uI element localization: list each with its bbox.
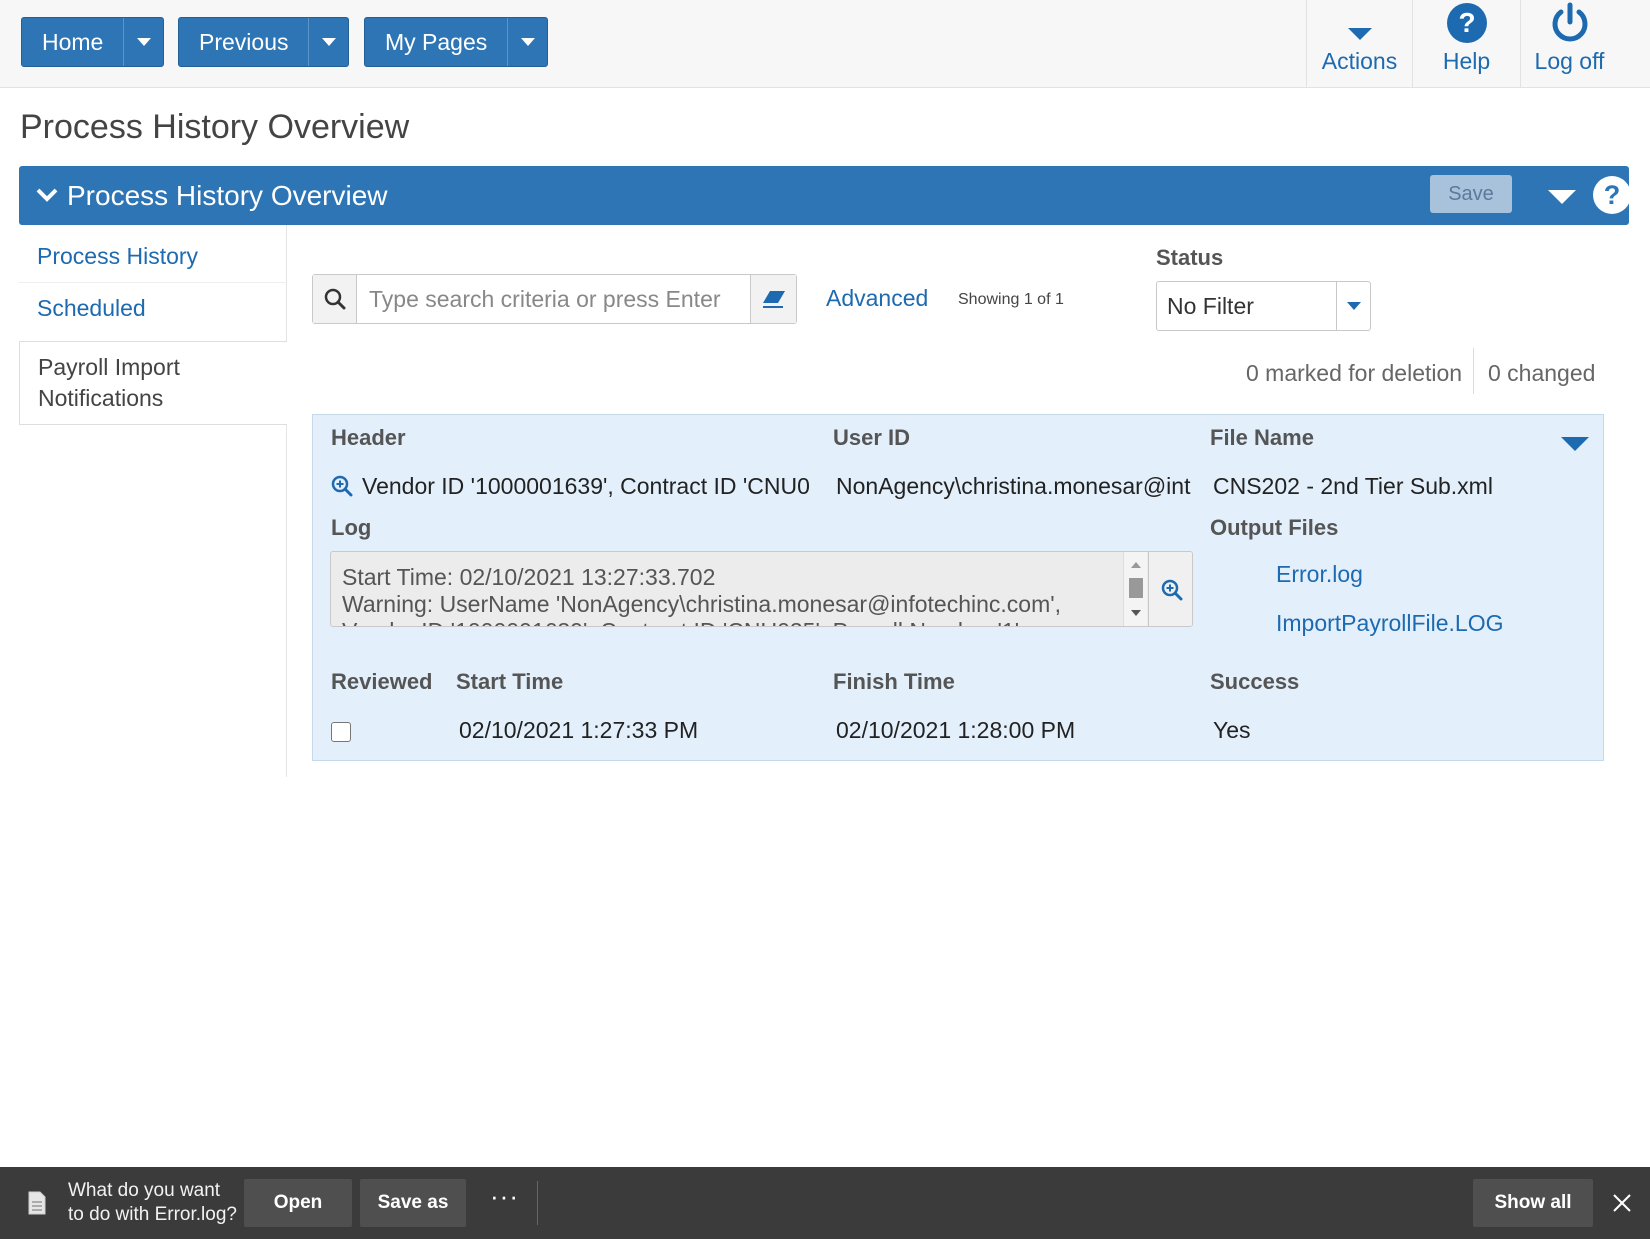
- download-prompt-line: to do with Error.log?: [68, 1204, 237, 1225]
- svg-text:?: ?: [1458, 7, 1475, 38]
- panel-header: Process History Overview Save ?: [19, 166, 1632, 225]
- status-filter-label: Status: [1156, 245, 1224, 270]
- panel-title: Process History Overview: [67, 180, 388, 211]
- download-prompt-line: What do you want: [68, 1180, 221, 1201]
- svg-text:?: ?: [1604, 180, 1621, 210]
- success-value: Yes: [1213, 717, 1251, 743]
- divider: [537, 1181, 538, 1225]
- advanced-search-link[interactable]: Advanced: [826, 285, 928, 312]
- sidebar: Process History Scheduled Payroll Import…: [19, 225, 287, 777]
- chevron-down-icon: [136, 38, 151, 46]
- marked-for-deletion-count: 0 marked for deletion: [1246, 360, 1463, 386]
- status-filter-select[interactable]: No Filter: [1156, 281, 1371, 331]
- log-line: Start Time: 02/10/2021 13:27:33.702: [342, 564, 716, 590]
- zoom-in-icon[interactable]: [331, 475, 353, 497]
- sidebar-item-label: Scheduled: [37, 295, 146, 321]
- user-id-value: NonAgency\christina.monesar@int: [836, 473, 1191, 499]
- help-label: Help: [1442, 48, 1491, 74]
- my-pages-button-group[interactable]: My Pages: [364, 17, 549, 67]
- actions-dropdown-icon: [1347, 28, 1372, 40]
- output-files-column-label: Output Files: [1210, 515, 1339, 540]
- sidebar-item-process-history[interactable]: Process History: [19, 243, 287, 283]
- save-button[interactable]: Save: [1430, 175, 1512, 213]
- log-zoom-in-icon[interactable]: [1148, 552, 1192, 626]
- log-scrollbar[interactable]: [1123, 552, 1147, 626]
- page-title: Process History Overview: [20, 108, 410, 146]
- sidebar-item-scheduled[interactable]: Scheduled: [19, 295, 287, 335]
- output-file-link[interactable]: Error.log: [1276, 561, 1363, 588]
- panel-help-icon[interactable]: ?: [1592, 175, 1632, 215]
- home-dropdown-toggle[interactable]: [123, 18, 163, 66]
- search-box: [312, 274, 797, 324]
- download-bar: What do you want to do with Error.log? O…: [0, 1167, 1650, 1239]
- my-pages-button[interactable]: My Pages: [365, 18, 507, 66]
- sidebar-item-label: Payroll Import Notifications: [38, 354, 180, 411]
- home-button-group[interactable]: Home: [21, 17, 165, 67]
- chevron-down-icon: [520, 38, 535, 46]
- previous-button-group[interactable]: Previous: [178, 17, 350, 67]
- log-textarea[interactable]: Start Time: 02/10/2021 13:27:33.702 Warn…: [330, 551, 1193, 627]
- finish-time-value: 02/10/2021 1:28:00 PM: [836, 717, 1076, 743]
- changed-count: 0 changed: [1488, 360, 1596, 386]
- status-filter-value: No Filter: [1167, 292, 1254, 319]
- search-input[interactable]: [357, 275, 750, 323]
- show-all-button[interactable]: Show all: [1473, 1179, 1593, 1227]
- search-icon[interactable]: [313, 275, 357, 323]
- previous-dropdown-toggle[interactable]: [308, 18, 348, 66]
- record-count-label: Showing 1 of 1: [958, 291, 1064, 308]
- actions-menu-button[interactable]: Actions: [1306, 0, 1412, 88]
- user-id-column-label: User ID: [833, 425, 911, 450]
- output-file-link[interactable]: ImportPayrollFile.LOG: [1276, 610, 1504, 637]
- my-pages-dropdown-toggle[interactable]: [507, 18, 547, 66]
- header-column-label: Header: [331, 425, 406, 450]
- finish-time-column-label: Finish Time: [833, 669, 955, 694]
- process-history-record: Header User ID File Name Vendor ID '1000…: [312, 414, 1604, 761]
- top-navigation-bar: Home Previous My Pages Actions ? Help Lo…: [0, 0, 1650, 88]
- sidebar-item-label: Process History: [37, 243, 199, 269]
- log-line: Vendor ID '1000001639', Contract ID 'CNU…: [342, 618, 1122, 626]
- panel-options-dropdown-icon[interactable]: [1548, 190, 1576, 204]
- download-prompt: What do you want to do with Error.log?: [68, 1179, 237, 1227]
- reviewed-checkbox[interactable]: [331, 722, 351, 742]
- record-options-dropdown-icon[interactable]: [1561, 437, 1589, 451]
- help-button[interactable]: ? Help: [1412, 0, 1520, 88]
- file-icon: [28, 1191, 46, 1215]
- sidebar-item-payroll-import-notifications[interactable]: Payroll Import Notifications: [19, 341, 287, 425]
- log-line: Warning: UserName 'NonAgency\christina.m…: [342, 591, 1062, 617]
- collapse-chevron-icon[interactable]: [35, 184, 59, 206]
- success-column-label: Success: [1210, 669, 1300, 694]
- previous-button[interactable]: Previous: [179, 18, 308, 66]
- divider: [1473, 348, 1474, 394]
- eraser-icon[interactable]: [750, 275, 796, 323]
- header-value: Vendor ID '1000001639', Contract ID 'CNU…: [362, 473, 810, 499]
- actions-label: Actions: [1321, 48, 1398, 74]
- chevron-down-icon: [321, 38, 336, 46]
- home-button[interactable]: Home: [22, 18, 123, 66]
- open-button[interactable]: Open: [244, 1179, 352, 1227]
- file-name-column-label: File Name: [1210, 425, 1314, 450]
- chevron-down-icon[interactable]: [1336, 282, 1370, 330]
- start-time-column-label: Start Time: [456, 669, 564, 694]
- logoff-button[interactable]: Log off: [1520, 0, 1618, 88]
- save-as-button[interactable]: Save as: [360, 1179, 466, 1227]
- logoff-label: Log off: [1534, 48, 1605, 74]
- help-icon: ?: [1446, 3, 1487, 43]
- reviewed-column-label: Reviewed: [331, 669, 433, 694]
- close-icon[interactable]: [1612, 1193, 1632, 1213]
- file-name-value: CNS202 - 2nd Tier Sub.xml: [1213, 473, 1493, 499]
- start-time-value: 02/10/2021 1:27:33 PM: [459, 717, 699, 743]
- log-column-label: Log: [331, 515, 372, 540]
- more-options-button[interactable]: ···: [490, 1181, 519, 1212]
- power-icon: [1552, 2, 1587, 42]
